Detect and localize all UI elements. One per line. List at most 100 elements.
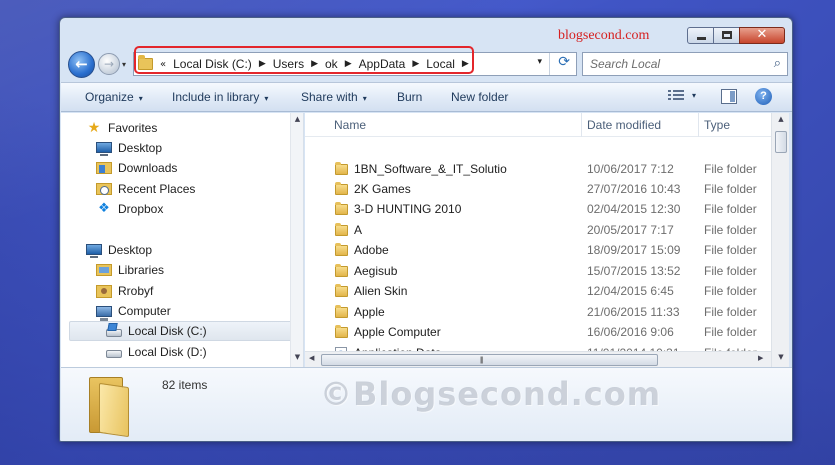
- column-date-modified[interactable]: Date modified: [587, 118, 661, 132]
- minimize-button[interactable]: [687, 27, 714, 44]
- new-folder-button[interactable]: New folder: [451, 90, 508, 104]
- include-in-library-label: Include in library: [172, 90, 260, 104]
- sidebar-item-label: Rrobyf: [118, 284, 154, 298]
- breadcrumb-ok[interactable]: ok: [325, 57, 338, 71]
- help-icon[interactable]: ?: [755, 88, 772, 105]
- folder-icon: [89, 373, 131, 438]
- column-name[interactable]: Name: [334, 118, 366, 132]
- window-controls: ✕: [687, 27, 785, 44]
- file-date: 10/06/2017 7:12: [587, 162, 674, 176]
- details-pane: 82 items: [61, 367, 792, 441]
- folder-icon: [335, 243, 348, 256]
- vertical-scrollbar[interactable]: ▲ ▼: [771, 113, 789, 367]
- column-type[interactable]: Type: [704, 118, 730, 132]
- folder-icon: [335, 182, 348, 195]
- column-divider[interactable]: [581, 113, 582, 137]
- breadcrumb-local-disk[interactable]: Local Disk (C:): [173, 57, 252, 71]
- preview-pane-icon[interactable]: [721, 89, 737, 104]
- sidebar-item-downloads[interactable]: Downloads: [96, 158, 177, 178]
- breadcrumb-chevron-icon[interactable]: ▶: [311, 59, 318, 69]
- breadcrumb-overflow[interactable]: «: [160, 59, 166, 70]
- file-list: Name Date modified Type 1BN_Software_&_I…: [305, 113, 774, 367]
- title-bar[interactable]: blogsecond.com ✕: [60, 18, 792, 48]
- breadcrumb-chevron-icon[interactable]: ▶: [462, 59, 469, 69]
- table-row[interactable]: Apple Computer 16/06/2016 9:06 File fold…: [305, 322, 774, 342]
- sidebar-item-label: Dropbox: [118, 202, 164, 216]
- explorer-window: blogsecond.com ✕ ← → ▾ « Local Disk (C:)…: [59, 17, 793, 442]
- address-history-dropdown[interactable]: ▾: [537, 57, 542, 67]
- breadcrumb-users[interactable]: Users: [273, 57, 304, 71]
- horizontal-scrollbar[interactable]: ◀ ||| ▶: [305, 351, 771, 367]
- search-icon[interactable]: ⌕: [774, 56, 781, 71]
- view-options-dropdown[interactable]: ▾: [692, 91, 696, 100]
- file-name: A: [354, 223, 363, 237]
- table-row[interactable]: A 20/05/2017 7:17 File folder: [305, 220, 774, 240]
- sidebar-item-label: Recent Places: [118, 182, 196, 196]
- file-name: 1BN_Software_&_IT_Solutio: [354, 162, 507, 176]
- search-placeholder: Search Local: [590, 57, 661, 71]
- sidebar-item-computer[interactable]: Computer: [96, 301, 171, 321]
- forward-button[interactable]: →: [98, 53, 120, 75]
- folder-icon: [335, 223, 348, 236]
- table-row[interactable]: Aegisub 15/07/2015 13:52 File folder: [305, 261, 774, 281]
- breadcrumb-chevron-icon[interactable]: ▶: [259, 59, 266, 69]
- close-button[interactable]: ✕: [739, 27, 785, 44]
- sidebar-scrollbar[interactable]: ▲ ▼: [290, 113, 303, 367]
- scroll-thumb[interactable]: |||: [321, 354, 658, 366]
- sidebar-item-local-disk-c[interactable]: Local Disk (C:): [69, 321, 299, 341]
- scroll-down-icon[interactable]: ▼: [291, 353, 304, 361]
- sidebar-item-desktop-root[interactable]: Desktop: [86, 240, 152, 260]
- table-row[interactable]: 2K Games 27/07/2016 10:43 File folder: [305, 179, 774, 199]
- back-button[interactable]: ←: [68, 51, 95, 78]
- sidebar-item-rrobyf[interactable]: Rrobyf: [96, 281, 153, 301]
- recent-pages-dropdown[interactable]: ▾: [122, 60, 126, 69]
- address-bar[interactable]: « Local Disk (C:) ▶ Users ▶ ok ▶ AppData…: [133, 52, 577, 76]
- breadcrumb-appdata[interactable]: AppData: [359, 57, 406, 71]
- table-row[interactable]: Adobe 18/09/2017 15:09 File folder: [305, 240, 774, 260]
- sidebar-item-libraries[interactable]: Libraries: [96, 260, 164, 280]
- scroll-down-icon[interactable]: ▼: [772, 353, 790, 361]
- sidebar-item-desktop[interactable]: Desktop: [96, 138, 162, 158]
- table-row[interactable]: 1BN_Software_&_IT_Solutio 10/06/2017 7:1…: [305, 159, 774, 179]
- table-row[interactable]: 3-D HUNTING 2010 02/04/2015 12:30 File f…: [305, 199, 774, 219]
- folder-icon: [138, 55, 153, 70]
- burn-button[interactable]: Burn: [397, 90, 422, 104]
- file-type: File folder: [704, 325, 757, 339]
- scroll-left-icon[interactable]: ◀: [309, 354, 314, 362]
- maximize-button[interactable]: [713, 27, 740, 44]
- file-type: File folder: [704, 223, 757, 237]
- sidebar-item-label: Local Disk (D:): [128, 345, 207, 359]
- breadcrumb-local[interactable]: Local: [426, 57, 455, 71]
- close-icon: ✕: [756, 27, 768, 42]
- sidebar-item-local-disk-d[interactable]: Local Disk (D:): [106, 342, 207, 362]
- column-header-row: Name Date modified Type: [305, 113, 774, 137]
- organize-button[interactable]: Organize ▾: [85, 90, 143, 104]
- file-type: File folder: [704, 243, 757, 257]
- sidebar-item-favorites[interactable]: ★ Favorites: [86, 118, 158, 138]
- scroll-thumb[interactable]: [775, 131, 787, 153]
- table-row[interactable]: Alien Skin 12/04/2015 6:45 File folder: [305, 281, 774, 301]
- system-disk-icon: [106, 329, 122, 337]
- share-with-button[interactable]: Share with ▾: [301, 90, 367, 104]
- file-date: 18/09/2017 15:09: [587, 243, 681, 257]
- search-input[interactable]: Search Local ⌕: [582, 52, 788, 76]
- scroll-up-icon[interactable]: ▲: [772, 115, 790, 123]
- file-name: Alien Skin: [354, 284, 408, 298]
- file-date: 02/04/2015 12:30: [587, 202, 681, 216]
- folder-icon: [335, 305, 348, 318]
- table-row[interactable]: Apple 21/06/2015 11:33 File folder: [305, 302, 774, 322]
- view-options-icon[interactable]: [668, 90, 684, 103]
- sidebar-item-recent-places[interactable]: Recent Places: [96, 179, 195, 199]
- column-divider[interactable]: [698, 113, 699, 137]
- sidebar-item-dropbox[interactable]: ❖ Dropbox: [96, 199, 163, 219]
- refresh-icon[interactable]: ⟳: [558, 54, 570, 70]
- sidebar-item-label: Desktop: [108, 243, 153, 257]
- include-in-library-button[interactable]: Include in library ▾: [172, 90, 268, 104]
- breadcrumb-chevron-icon[interactable]: ▶: [345, 59, 352, 69]
- breadcrumb-chevron-icon[interactable]: ▶: [412, 59, 419, 69]
- scroll-right-icon[interactable]: ▶: [758, 354, 763, 362]
- scroll-up-icon[interactable]: ▲: [291, 115, 304, 123]
- sidebar-item-label: Favorites: [108, 121, 158, 135]
- sidebar-item-label: Desktop: [118, 141, 163, 155]
- file-date: 27/07/2016 10:43: [587, 182, 681, 196]
